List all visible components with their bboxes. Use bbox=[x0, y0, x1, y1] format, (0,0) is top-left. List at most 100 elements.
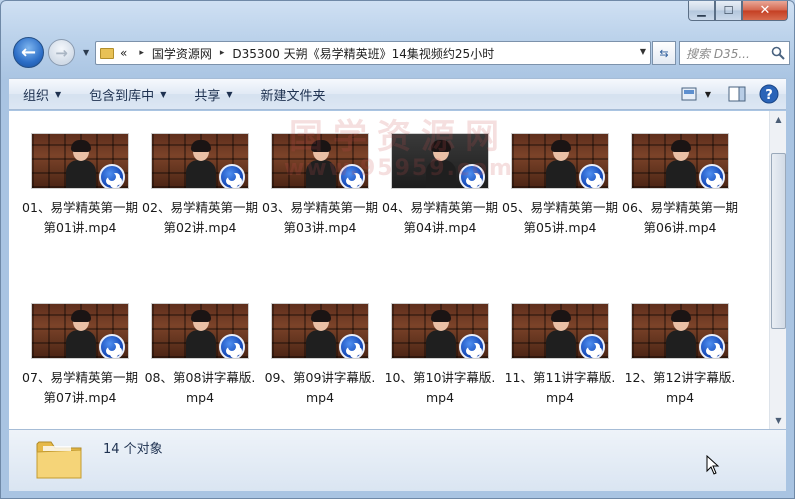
presenter-figure bbox=[306, 140, 336, 188]
file-name: 04、易学精英第一期第04讲.mp4 bbox=[382, 200, 498, 235]
preview-pane-icon bbox=[728, 86, 746, 102]
mouse-cursor-icon bbox=[706, 455, 720, 475]
file-name: 05、易学精英第一期第05讲.mp4 bbox=[502, 200, 618, 235]
file-item[interactable]: 11、第11讲字幕版.mp4 bbox=[501, 303, 619, 408]
scroll-thumb[interactable] bbox=[771, 153, 786, 329]
breadcrumb-separator[interactable]: ▸ bbox=[220, 48, 225, 58]
svg-text:?: ? bbox=[765, 88, 773, 103]
refresh-button[interactable]: ⇆ bbox=[652, 41, 676, 65]
back-button[interactable]: ← bbox=[13, 37, 44, 68]
file-item[interactable]: 12、第12讲字幕版.mp4 bbox=[621, 303, 739, 408]
file-item[interactable]: 07、易学精英第一期第07讲.mp4 bbox=[21, 303, 139, 408]
organize-menu[interactable]: 组织 ▼ bbox=[9, 85, 75, 104]
chevron-down-icon: ▼ bbox=[83, 48, 90, 57]
file-item[interactable]: 03、易学精英第一期第03讲.mp4 bbox=[261, 133, 379, 238]
video-thumbnail bbox=[31, 133, 129, 189]
video-thumbnail bbox=[631, 133, 729, 189]
chevron-down-icon: ▼ bbox=[55, 89, 62, 99]
close-button[interactable]: ✕ bbox=[742, 1, 788, 21]
file-name: 02、易学精英第一期第02讲.mp4 bbox=[142, 200, 258, 235]
search-icon[interactable] bbox=[771, 46, 785, 60]
preview-pane-button[interactable] bbox=[726, 83, 748, 105]
file-name: 10、第10讲字幕版.mp4 bbox=[384, 370, 496, 405]
breadcrumb-separator: ▸ bbox=[139, 48, 144, 58]
search-placeholder: 搜索 D35... bbox=[686, 46, 750, 61]
presenter-figure bbox=[666, 310, 696, 358]
share-label: 共享 bbox=[194, 88, 221, 104]
presenter-figure bbox=[66, 140, 96, 188]
video-player-icon bbox=[219, 164, 245, 188]
address-bar[interactable]: « ▸ 国学资源网 ▸ D35300 天朔《易学精英班》14集视频约25小时 ▼ bbox=[95, 41, 651, 65]
video-player-icon bbox=[579, 164, 605, 188]
address-dropdown[interactable]: ▼ bbox=[640, 47, 646, 56]
help-button[interactable]: ? bbox=[758, 83, 780, 105]
video-thumbnail bbox=[31, 303, 129, 359]
toolbar-right: ▼ ? bbox=[676, 83, 780, 105]
presenter-figure bbox=[426, 310, 456, 358]
scroll-up-button[interactable]: ▲ bbox=[770, 111, 787, 128]
video-thumbnail bbox=[511, 303, 609, 359]
explorer-window: ▁ ☐ ✕ ← → ▼ « ▸ 国学资源网 ▸ D35300 天朔《易学精英班》… bbox=[0, 0, 795, 499]
file-name: 03、易学精英第一期第03讲.mp4 bbox=[262, 200, 378, 235]
file-item[interactable]: 10、第10讲字幕版.mp4 bbox=[381, 303, 499, 408]
file-name: 11、第11讲字幕版.mp4 bbox=[504, 370, 616, 405]
file-item[interactable]: 08、第08讲字幕版.mp4 bbox=[141, 303, 259, 408]
video-player-icon bbox=[699, 164, 725, 188]
share-menu[interactable]: 共享 ▼ bbox=[180, 85, 246, 104]
video-thumbnail bbox=[391, 133, 489, 189]
video-thumbnail bbox=[391, 303, 489, 359]
breadcrumb-overflow[interactable]: « bbox=[120, 46, 127, 60]
chevron-up-icon: ▲ bbox=[775, 115, 782, 124]
file-name: 12、第12讲字幕版.mp4 bbox=[624, 370, 736, 405]
navigation-bar: ← → ▼ « ▸ 国学资源网 ▸ D35300 天朔《易学精英班》14集视频约… bbox=[9, 34, 790, 72]
video-player-icon bbox=[459, 334, 485, 358]
video-thumbnail bbox=[631, 303, 729, 359]
help-icon: ? bbox=[759, 84, 779, 104]
presenter-figure bbox=[426, 140, 456, 188]
file-item[interactable]: 04、易学精英第一期第04讲.mp4 bbox=[381, 133, 499, 238]
file-item[interactable]: 05、易学精英第一期第05讲.mp4 bbox=[501, 133, 619, 238]
new-folder-button[interactable]: 新建文件夹 bbox=[247, 85, 340, 104]
view-icon bbox=[681, 87, 697, 101]
file-name: 07、易学精英第一期第07讲.mp4 bbox=[22, 370, 138, 405]
video-player-icon bbox=[99, 164, 125, 188]
file-name: 08、第08讲字幕版.mp4 bbox=[144, 370, 256, 405]
file-item[interactable]: 06、易学精英第一期第06讲.mp4 bbox=[621, 133, 739, 238]
recent-pages-dropdown[interactable]: ▼ bbox=[83, 48, 89, 57]
file-name: 01、易学精英第一期第01讲.mp4 bbox=[22, 200, 138, 235]
new-folder-label: 新建文件夹 bbox=[260, 88, 326, 104]
vertical-scrollbar[interactable]: ▲ ▼ bbox=[769, 111, 786, 429]
view-options-button[interactable]: ▼ bbox=[676, 83, 716, 105]
file-list-pane[interactable]: 01、易学精英第一期第01讲.mp4 02、易学精英第一期第02讲.mp4 03、易… bbox=[9, 111, 779, 429]
breadcrumb-item-root[interactable]: 国学资源网 bbox=[152, 45, 212, 62]
scroll-down-button[interactable]: ▼ bbox=[770, 412, 787, 429]
refresh-icon: ⇆ bbox=[659, 46, 669, 60]
file-item[interactable]: 09、第09讲字幕版.mp4 bbox=[261, 303, 379, 408]
video-player-icon bbox=[579, 334, 605, 358]
chevron-down-icon: ▼ bbox=[226, 89, 233, 99]
presenter-figure bbox=[306, 310, 336, 358]
file-item[interactable]: 01、易学精英第一期第01讲.mp4 bbox=[21, 133, 139, 238]
include-in-library-menu[interactable]: 包含到库中 ▼ bbox=[75, 85, 180, 104]
video-player-icon bbox=[459, 164, 485, 188]
minimize-icon: ▁ bbox=[697, 4, 706, 17]
maximize-button[interactable]: ☐ bbox=[715, 1, 742, 21]
chevron-down-icon: ▼ bbox=[704, 89, 712, 99]
presenter-figure bbox=[666, 140, 696, 188]
command-bar: 组织 ▼ 包含到库中 ▼ 共享 ▼ 新建文件夹 ▼ ? bbox=[9, 78, 786, 110]
video-player-icon bbox=[219, 334, 245, 358]
file-name: 06、易学精英第一期第06讲.mp4 bbox=[622, 200, 738, 235]
caption-buttons: ▁ ☐ ✕ bbox=[688, 1, 788, 21]
presenter-figure bbox=[546, 310, 576, 358]
file-item[interactable]: 02、易学精英第一期第02讲.mp4 bbox=[141, 133, 259, 238]
arrow-right-icon: → bbox=[55, 43, 68, 62]
search-input[interactable]: 搜索 D35... bbox=[679, 41, 790, 65]
folder-icon bbox=[36, 441, 82, 479]
forward-button[interactable]: → bbox=[48, 39, 75, 66]
minimize-button[interactable]: ▁ bbox=[688, 1, 715, 21]
details-pane: 14 个对象 bbox=[9, 429, 786, 491]
video-player-icon bbox=[699, 334, 725, 358]
video-thumbnail bbox=[511, 133, 609, 189]
breadcrumb-item-current[interactable]: D35300 天朔《易学精英班》14集视频约25小时 bbox=[232, 45, 494, 62]
video-thumbnail bbox=[271, 133, 369, 189]
